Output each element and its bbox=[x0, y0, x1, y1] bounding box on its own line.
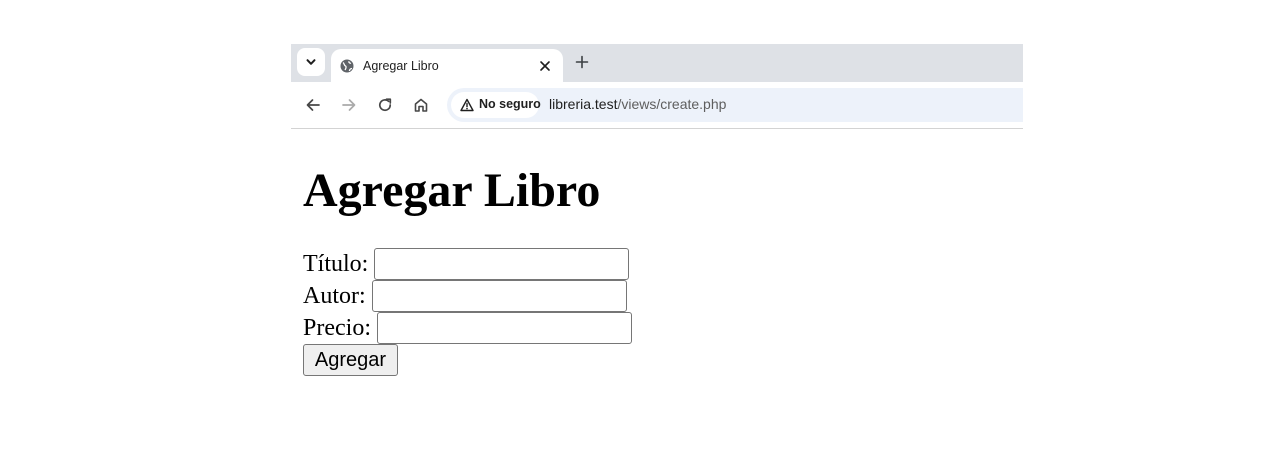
address-bar[interactable]: No seguro libreria.test/views/create.php bbox=[447, 88, 1023, 122]
page-title: Agregar Libro bbox=[303, 164, 601, 217]
reload-icon[interactable] bbox=[376, 96, 394, 114]
forward-arrow-icon[interactable] bbox=[340, 96, 358, 114]
titulo-row: Título: bbox=[303, 248, 630, 280]
chevron-down-icon bbox=[306, 59, 316, 65]
agregar-button[interactable]: Agregar bbox=[303, 344, 398, 376]
browser-window: Agregar Libro No seguro libreria.test/vi… bbox=[291, 44, 1023, 129]
titulo-label: Título: bbox=[303, 250, 369, 277]
titulo-input[interactable] bbox=[374, 248, 630, 280]
toolbar-divider bbox=[291, 128, 1023, 129]
plus-icon[interactable] bbox=[574, 54, 590, 70]
precio-row: Precio: bbox=[303, 312, 632, 344]
globe-icon bbox=[340, 59, 354, 73]
tab-strip: Agregar Libro bbox=[291, 44, 1023, 82]
back-arrow-icon[interactable] bbox=[304, 96, 322, 114]
tab-title: Agregar Libro bbox=[363, 59, 439, 73]
url-path: /views/create.php bbox=[617, 96, 727, 112]
security-indicator[interactable]: No seguro bbox=[451, 92, 541, 118]
home-icon[interactable] bbox=[412, 96, 430, 114]
warning-icon bbox=[460, 98, 474, 112]
url-text[interactable]: libreria.test/views/create.php bbox=[549, 96, 726, 112]
autor-label: Autor: bbox=[303, 282, 366, 309]
browser-toolbar: No seguro libreria.test/views/create.php bbox=[291, 82, 1023, 128]
tab-search-button[interactable] bbox=[297, 48, 325, 76]
close-icon[interactable] bbox=[539, 60, 551, 72]
security-label: No seguro bbox=[479, 97, 541, 111]
tab-agregar-libro[interactable]: Agregar Libro bbox=[331, 49, 563, 82]
autor-input[interactable] bbox=[371, 280, 627, 312]
url-host: libreria.test bbox=[549, 96, 618, 112]
precio-label: Precio: bbox=[303, 314, 371, 341]
precio-input[interactable] bbox=[376, 312, 632, 344]
autor-row: Autor: bbox=[303, 280, 627, 312]
